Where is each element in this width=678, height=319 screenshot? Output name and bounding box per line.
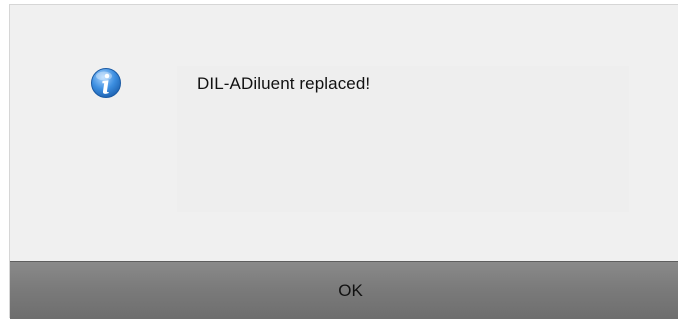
ok-button[interactable]: OK [10,261,678,319]
dialog-message: DIL-ADiluent replaced! [197,74,371,93]
info-icon [90,67,122,99]
ok-button-label: OK [338,280,363,300]
message-dialog: DIL-ADiluent replaced! OK [9,4,678,319]
